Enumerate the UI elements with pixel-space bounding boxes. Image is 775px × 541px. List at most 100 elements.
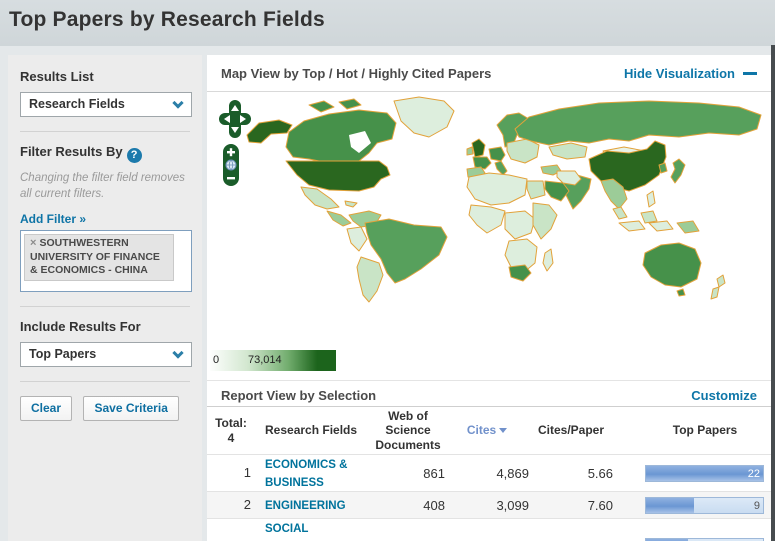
col-research-fields: Research Fields xyxy=(265,423,371,437)
include-results-value: Top Papers xyxy=(29,347,96,361)
table-row: 3 SOCIAL SCIENCES, GENERAL 258 2,177 8.4… xyxy=(207,518,771,541)
cites-per-paper-value: 7.60 xyxy=(529,498,613,513)
map-view-title: Map View by Top / Hot / Highly Cited Pap… xyxy=(221,66,491,81)
table-header-row: Total:4 Research Fields Web of Science D… xyxy=(207,407,771,454)
map-arctic-island[interactable] xyxy=(339,99,361,109)
zoom-out-icon xyxy=(227,177,235,179)
row-rank: 1 xyxy=(211,465,251,480)
remove-filter-icon[interactable]: × xyxy=(30,237,36,249)
map-country-alaska[interactable] xyxy=(247,120,292,143)
results-list-value: Research Fields xyxy=(29,97,125,111)
map-country-japan[interactable] xyxy=(671,159,685,183)
map-country-canada[interactable] xyxy=(286,110,396,163)
criteria-sidebar: Results List Research Fields Filter Resu… xyxy=(8,55,202,541)
map-country-philippines[interactable] xyxy=(647,191,655,207)
map-zoom-control[interactable] xyxy=(222,143,240,187)
page-header: Top Papers by Research Fields xyxy=(0,0,775,46)
map-country-indonesia[interactable] xyxy=(649,221,673,231)
filter-note: Changing the filter field removes all cu… xyxy=(20,171,190,202)
col-top-papers: Top Papers xyxy=(645,423,765,437)
map-country-france[interactable] xyxy=(473,157,491,169)
choropleth-scale: 0 73,014 xyxy=(210,350,336,371)
map-country-peru[interactable] xyxy=(347,227,367,251)
include-results-dropdown[interactable]: Top Papers xyxy=(20,342,192,367)
map-region-central-africa[interactable] xyxy=(505,211,535,239)
results-list-dropdown[interactable]: Research Fields xyxy=(20,92,192,117)
field-link[interactable]: ENGINEERING xyxy=(265,500,346,512)
map-country-cuba[interactable] xyxy=(345,201,357,207)
col-wos-documents: Web of Science Documents xyxy=(371,409,445,452)
save-criteria-button[interactable]: Save Criteria xyxy=(83,396,178,421)
filter-chip[interactable]: ×SOUTHWESTERN UNIVERSITY OF FINANCE & EC… xyxy=(24,234,174,281)
map-country-new-zealand[interactable] xyxy=(711,287,719,299)
cites-value: 4,869 xyxy=(445,466,529,481)
table-row: 2 ENGINEERING 408 3,099 7.60 9 xyxy=(207,491,771,518)
cites-per-paper-value: 5.66 xyxy=(529,466,613,481)
col-cites[interactable]: Cites xyxy=(445,423,529,437)
map-country-uk[interactable] xyxy=(472,139,485,157)
report-view-title: Report View by Selection xyxy=(221,388,376,403)
customize-link[interactable]: Customize xyxy=(691,388,757,403)
divider xyxy=(20,131,190,132)
map-country-argentina[interactable] xyxy=(357,257,383,302)
field-link[interactable]: ECONOMICS & BUSINESS xyxy=(265,459,347,489)
scale-max-label: 73,014 xyxy=(248,354,282,366)
map-region-eastern-europe[interactable] xyxy=(507,139,539,163)
map-arctic-island[interactable] xyxy=(309,101,334,112)
total-count: Total:4 xyxy=(207,416,255,445)
minus-icon xyxy=(743,72,757,75)
map-country-madagascar[interactable] xyxy=(543,249,553,271)
map-country-italy[interactable] xyxy=(495,161,507,175)
map-country-egypt[interactable] xyxy=(527,181,545,199)
results-table: Total:4 Research Fields Web of Science D… xyxy=(207,407,771,541)
map-pan-control[interactable] xyxy=(219,100,251,138)
field-link[interactable]: SOCIAL SCIENCES, GENERAL xyxy=(265,523,327,541)
help-icon[interactable]: ? xyxy=(127,148,142,163)
hide-visualization-link[interactable]: Hide Visualization xyxy=(624,66,757,81)
top-papers-bar: 22 xyxy=(645,465,764,482)
scale-min-label: 0 xyxy=(213,354,219,366)
map-region-west-africa[interactable] xyxy=(469,205,505,233)
world-map: 0 73,014 xyxy=(207,92,771,362)
top-papers-value: 9 xyxy=(754,500,760,512)
active-filters-box: ×SOUTHWESTERN UNIVERSITY OF FINANCE & EC… xyxy=(20,230,192,292)
wos-documents-value: 861 xyxy=(371,466,445,481)
col-cites-per-paper: Cites/Paper xyxy=(529,423,613,437)
map-country-new-zealand[interactable] xyxy=(717,275,725,287)
top-papers-value: 22 xyxy=(748,468,760,480)
window-edge xyxy=(771,45,775,541)
map-region-central-america[interactable] xyxy=(327,211,351,226)
chevron-down-icon xyxy=(172,347,183,358)
map-country-greenland[interactable] xyxy=(394,97,454,137)
map-island-borneo[interactable] xyxy=(641,211,657,223)
top-papers-bar: 9 xyxy=(645,497,764,514)
divider xyxy=(20,381,190,382)
map-island-new-guinea[interactable] xyxy=(677,221,699,233)
page-title: Top Papers by Research Fields xyxy=(9,8,325,32)
map-country-russia[interactable] xyxy=(515,101,761,145)
wos-documents-value: 408 xyxy=(371,498,445,513)
map-country-korea[interactable] xyxy=(659,163,667,173)
map-country-germany[interactable] xyxy=(489,147,505,161)
map-region-east-africa[interactable] xyxy=(533,203,557,239)
map-country-ireland[interactable] xyxy=(467,147,473,155)
map-country-australia[interactable] xyxy=(643,243,701,287)
sort-desc-icon xyxy=(499,428,507,433)
add-filter-link[interactable]: Add Filter » xyxy=(20,212,86,226)
clear-button[interactable]: Clear xyxy=(20,396,72,421)
chevron-down-icon xyxy=(172,97,183,108)
map-region-north-africa[interactable] xyxy=(467,173,527,205)
map-country-usa[interactable] xyxy=(286,161,390,191)
main-panel: Map View by Top / Hot / Highly Cited Pap… xyxy=(207,55,771,541)
map-country-kazakhstan[interactable] xyxy=(549,143,587,159)
map-island-tasmania[interactable] xyxy=(677,289,685,296)
filter-by-label: Filter Results By? xyxy=(20,144,190,163)
choropleth-map[interactable] xyxy=(209,87,769,355)
row-rank: 2 xyxy=(211,497,251,512)
table-row: 1 ECONOMICS & BUSINESS 861 4,869 5.66 22 xyxy=(207,454,771,491)
cites-value: 3,099 xyxy=(445,498,529,513)
map-country-indonesia[interactable] xyxy=(619,221,645,231)
divider xyxy=(20,306,190,307)
map-country-malaysia[interactable] xyxy=(613,207,627,219)
include-results-label: Include Results For xyxy=(20,319,190,334)
